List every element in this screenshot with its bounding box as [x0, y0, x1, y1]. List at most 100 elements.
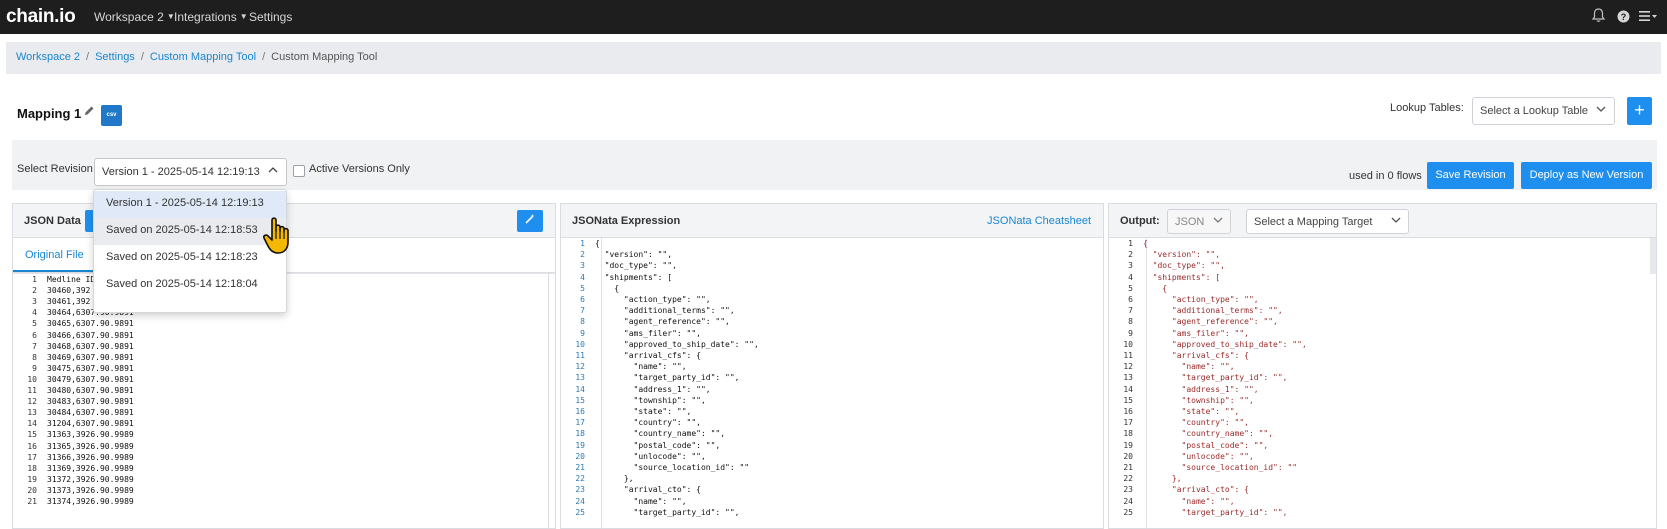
code-text: 31369,3926.90.9989 — [47, 463, 134, 473]
code-line: 1{ — [561, 238, 1103, 250]
output-format-value: JSON — [1175, 216, 1205, 228]
code-text: "country_name": "", — [1143, 429, 1274, 439]
code-line: 9 "ams_filer": "", — [1109, 328, 1656, 340]
tab-original-file[interactable]: Original File — [25, 249, 84, 261]
code-text: "source_location_id": "" — [595, 463, 750, 472]
code-text: "unlocode": "", — [1143, 451, 1254, 461]
jsonata-cheatsheet-link[interactable]: JSONata Cheatsheet — [987, 215, 1091, 227]
menu-icon[interactable] — [1639, 9, 1657, 25]
pencil-icon[interactable] — [84, 105, 95, 119]
revision-select[interactable]: Version 1 - 2025-05-14 12:19:13 — [94, 158, 287, 186]
code-text: "name": "", — [595, 362, 687, 372]
code-line: 19 "postal_code": "", — [1109, 440, 1656, 452]
line-number: 16 — [575, 407, 585, 416]
code-text: "country": "", — [595, 418, 701, 428]
hand-cursor-icon — [262, 215, 298, 259]
code-line: 14 "address_1": "", — [561, 384, 1103, 396]
caret-down-icon: ▼ — [239, 12, 248, 21]
breadcrumb: Workspace 2/Settings / Custom Mapping Tool… — [16, 51, 378, 63]
code-line: 18 "country_name": "", — [1109, 428, 1656, 440]
bell-icon[interactable] — [1591, 8, 1606, 26]
code-line: 10 "approved_to_ship_date": "", — [1109, 339, 1656, 351]
magic-wand-button[interactable] — [517, 210, 543, 232]
code-text: 30469,6307.90.9891 — [47, 352, 134, 362]
output-panel: Output: JSON Select a Mapping Target 1 {2… — [1108, 203, 1657, 529]
output-viewer[interactable]: 1{2 "version": "", 3 "doc_type": "", 4 "sh… — [1109, 238, 1656, 528]
code-text: 30465,6307.90.9891 — [47, 319, 134, 329]
code-text: 31363,3926.90.9989 — [47, 430, 134, 440]
magic-wand-icon — [525, 214, 535, 224]
line-number: 1 — [580, 239, 585, 248]
code-line: 2 "version": "", — [561, 249, 1103, 261]
line-number: 4 — [1128, 272, 1133, 282]
code-line: 9 "ams_filer": "", — [561, 328, 1103, 340]
revision-option[interactable]: Saved on 2025-05-14 12:18:53 — [94, 218, 286, 245]
code-line: 15 "township": "", — [1109, 395, 1656, 407]
breadcrumb-custom-mapping-tool[interactable]: Custom Mapping Tool — [150, 51, 256, 63]
output-scrollbar[interactable] — [1650, 238, 1656, 274]
code-line: 24 "name": "", — [561, 496, 1103, 508]
code-text: 31374,3926.90.9989 — [47, 497, 134, 506]
line-number: 4 — [580, 272, 585, 282]
line-number: 20 — [575, 451, 585, 461]
code-text: "arrival_cfs": { — [1143, 351, 1249, 360]
deploy-new-version-button[interactable]: Deploy as New Version — [1521, 162, 1652, 189]
code-text: }, — [595, 474, 634, 484]
line-number: 1 — [1128, 239, 1133, 248]
output-format-select[interactable]: JSON — [1167, 209, 1231, 234]
active-versions-checkbox[interactable] — [293, 165, 305, 177]
line-number: 18 — [575, 429, 585, 439]
line-number: 2 — [580, 250, 585, 260]
nav-workspace-menu[interactable]: Workspace 2 ▼ — [94, 10, 175, 24]
breadcrumb-workspace[interactable]: Workspace 2 — [16, 51, 80, 63]
json-data-title: JSON Data — [24, 215, 81, 227]
nav-integrations-menu[interactable]: Integrations ▼ — [174, 10, 248, 24]
code-line: 13 "target_party_id": "", — [561, 372, 1103, 384]
lookup-table-select[interactable]: Select a Lookup Table — [1472, 97, 1615, 125]
code-line: 24 "name": "", — [1109, 496, 1656, 508]
line-number: 6 — [1128, 295, 1133, 304]
jsonata-editor[interactable]: 1{2 "version": "", 3 "doc_type": "", 4 "sh… — [561, 238, 1103, 528]
line-number: 8 — [580, 317, 585, 327]
revision-option[interactable]: Saved on 2025-05-14 12:18:23 — [94, 245, 286, 272]
line-number: 12 — [575, 362, 585, 372]
line-number: 14 — [575, 384, 585, 394]
help-icon[interactable]: ? — [1617, 10, 1630, 26]
code-text: "shipments": [ — [1143, 272, 1221, 282]
code-line: 6 "action_type": "", — [561, 294, 1103, 306]
mapping-target-select[interactable]: Select a Mapping Target — [1246, 209, 1409, 234]
chainio-logo[interactable]: chain.io — [6, 6, 76, 28]
code-text: "country_name": "", — [595, 429, 726, 439]
line-number: 21 — [575, 463, 585, 472]
breadcrumb-settings[interactable]: Settings — [95, 51, 135, 63]
line-number: 3 — [1128, 261, 1133, 271]
chevron-down-icon — [1596, 104, 1606, 117]
revision-option[interactable]: Version 1 - 2025-05-14 12:19:13 — [94, 191, 286, 218]
code-text: 30466,6307.90.9891 — [47, 330, 134, 340]
code-text: "postal_code": "", — [1143, 440, 1269, 450]
nav-settings-link[interactable]: Settings — [249, 10, 292, 24]
save-revision-button[interactable]: Save Revision — [1427, 162, 1514, 189]
code-text: 30460,392 — [47, 286, 91, 296]
code-text: "source_location_id": "" — [1143, 463, 1298, 472]
line-number: 22 — [575, 474, 585, 484]
code-line: 16 "state": "", — [561, 406, 1103, 418]
svg-text:?: ? — [1621, 12, 1627, 22]
line-number: 17 — [575, 418, 585, 428]
code-text: { — [1143, 283, 1168, 293]
add-lookup-table-button[interactable]: + — [1627, 97, 1652, 125]
code-text: 30461,392 — [47, 297, 91, 307]
code-text: 31204,6307.90.9891 — [47, 419, 134, 429]
breadcrumb-bar: Workspace 2/Settings / Custom Mapping Tool… — [6, 42, 1661, 74]
code-text: "doc_type": "", — [595, 261, 677, 271]
code-text: 31365,3926.90.9989 — [47, 441, 134, 451]
code-line: 21 "source_location_id": "" — [561, 462, 1103, 474]
code-text: "arrival_cto": { — [1143, 485, 1249, 495]
output-title: Output: — [1120, 215, 1160, 227]
revision-dropdown-menu: Version 1 - 2025-05-14 12:19:13 Saved on… — [93, 189, 287, 313]
line-number: 13 — [1123, 373, 1133, 383]
code-line: 4 "shipments": [ — [561, 272, 1103, 284]
code-text: 31372,3926.90.9989 — [47, 474, 134, 484]
revision-option[interactable]: Saved on 2025-05-14 12:18:04 — [94, 272, 286, 299]
code-line: 12 "name": "", — [1109, 361, 1656, 373]
